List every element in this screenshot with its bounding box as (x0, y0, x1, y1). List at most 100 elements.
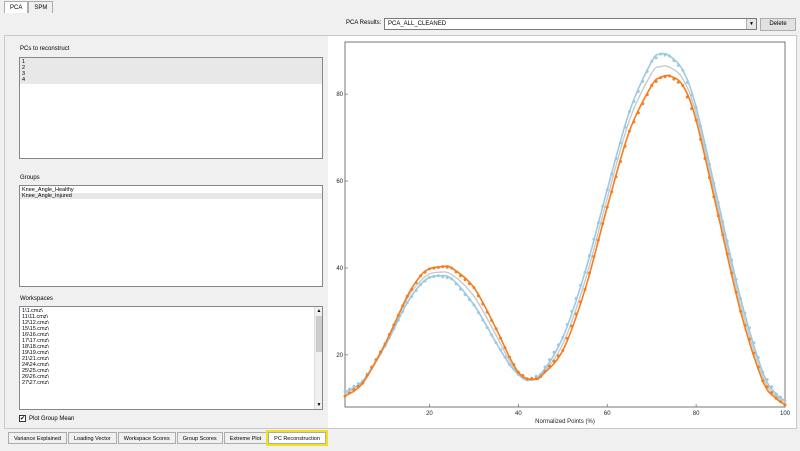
data-point-series-1 (690, 93, 694, 97)
data-point-series-2 (401, 304, 405, 308)
data-point-series-2 (507, 355, 511, 359)
data-point-series-1 (681, 68, 685, 72)
series-line-2 (344, 74, 786, 406)
data-point-series-1 (721, 220, 725, 224)
data-point-series-1 (414, 289, 418, 293)
tab-spm[interactable]: SPM (28, 1, 54, 13)
data-point-series-2 (370, 365, 374, 369)
data-point-series-2 (472, 286, 476, 290)
main-panel: PCs to reconstruct 1 2 3 4 Groups Knee_A… (4, 35, 797, 429)
data-point-series-2 (534, 377, 538, 381)
list-item[interactable]: Knee_Angle_Injured (20, 193, 322, 199)
plot-group-mean-row[interactable]: ✔ Plot Group Mean (19, 415, 74, 422)
data-point-series-2 (783, 403, 787, 407)
data-point-series-1 (774, 392, 778, 396)
data-point-series-2 (347, 391, 351, 395)
data-point-series-1 (725, 239, 729, 243)
workspaces-section-label: Workspaces (20, 296, 53, 302)
data-point-series-1 (427, 276, 431, 280)
data-point-series-2 (432, 266, 436, 270)
data-point-series-2 (627, 129, 631, 133)
data-point-series-2 (636, 111, 640, 115)
data-point-series-1 (556, 343, 560, 347)
series-line-3 (344, 65, 786, 404)
list-item[interactable]: 27\27.cmz\ (20, 380, 313, 386)
data-point-series-2 (707, 176, 711, 180)
data-point-series-2 (605, 205, 609, 209)
tab-workspace-scores[interactable]: Workspace Scores (117, 432, 176, 444)
data-point-series-2 (587, 271, 591, 275)
data-point-series-2 (574, 312, 578, 316)
data-point-series-2 (405, 294, 409, 298)
data-point-series-1 (619, 141, 623, 145)
workspaces-listbox[interactable]: 1\1.cmz\ 11\11.cmz\ 12\12.cmz\ 15\15.cmz… (19, 306, 323, 410)
data-point-series-1 (756, 355, 760, 359)
data-point-series-1 (507, 362, 511, 366)
data-point-series-2 (667, 74, 671, 78)
data-point-series-2 (716, 214, 720, 218)
tab-pca[interactable]: PCA (4, 1, 29, 13)
plot-frame (344, 41, 786, 408)
tab-extreme-plot[interactable]: Extreme Plot (223, 432, 268, 444)
data-point-series-1 (712, 182, 716, 186)
workspaces-scrollbar[interactable]: ▲ ▼ (314, 307, 322, 409)
data-point-series-2 (774, 396, 778, 400)
data-point-series-2 (712, 195, 716, 199)
data-point-series-1 (596, 221, 600, 225)
data-point-series-2 (570, 324, 574, 328)
delete-button[interactable]: Delete (760, 18, 796, 31)
data-point-series-1 (490, 333, 494, 337)
data-point-series-2 (467, 282, 471, 286)
data-point-series-1 (685, 81, 689, 85)
data-point-series-1 (765, 377, 769, 381)
chevron-down-icon[interactable]: ▼ (746, 19, 756, 29)
list-item[interactable]: 4 (20, 77, 322, 83)
data-point-series-2 (659, 76, 663, 80)
x-tick-label: 80 (693, 411, 700, 417)
data-point-series-1 (459, 287, 463, 291)
data-point-series-2 (681, 83, 685, 87)
data-point-series-2 (481, 302, 485, 306)
tab-loading-vector[interactable]: Loading Vector (67, 432, 117, 444)
data-point-series-1 (494, 341, 498, 345)
data-point-series-2 (445, 265, 449, 269)
data-point-series-1 (485, 326, 489, 330)
data-point-series-1 (579, 283, 583, 287)
data-point-series-1 (743, 311, 747, 315)
data-point-series-2 (752, 351, 756, 355)
tab-variance-explained[interactable]: Variance Explained (8, 432, 67, 444)
data-point-series-1 (659, 52, 663, 56)
scroll-down-arrow-icon[interactable]: ▼ (315, 401, 322, 409)
data-point-series-1 (467, 298, 471, 302)
data-point-series-1 (547, 358, 551, 362)
data-point-series-2 (485, 310, 489, 314)
workspaces-list: 1\1.cmz\ 11\11.cmz\ 12\12.cmz\ 15\15.cmz… (20, 307, 322, 386)
x-tick-label: 60 (604, 411, 611, 417)
data-point-series-2 (423, 270, 427, 274)
x-tick-label: 20 (426, 411, 433, 417)
data-point-series-1 (436, 274, 440, 278)
pca-results-row: PCA Results: PCA_ALL_CLEANED ▼ Delete (0, 18, 800, 31)
pcs-listbox[interactable]: 1 2 3 4 (19, 57, 323, 159)
data-point-series-1 (405, 301, 409, 305)
scroll-up-arrow-icon[interactable]: ▲ (315, 307, 322, 315)
left-panel: PCs to reconstruct 1 2 3 4 Groups Knee_A… (5, 36, 328, 428)
data-point-series-1 (583, 270, 587, 274)
data-point-series-1 (667, 54, 671, 58)
pca-results-dropdown[interactable]: PCA_ALL_CLEANED ▼ (384, 18, 757, 30)
data-point-series-2 (756, 365, 760, 369)
data-point-series-2 (730, 271, 734, 275)
tab-group-scores[interactable]: Group Scores (176, 432, 223, 444)
data-point-series-2 (583, 288, 587, 292)
tab-pc-reconstruction[interactable]: PC Reconstruction (266, 430, 329, 446)
scroll-thumb[interactable] (316, 316, 322, 352)
plot-group-mean-checkbox[interactable]: ✔ (19, 415, 26, 422)
y-tick-label: 80 (336, 92, 343, 98)
groups-listbox[interactable]: Knee_Angle_Healthy Knee_Angle_Injured (19, 185, 323, 287)
data-point-series-2 (761, 379, 765, 383)
data-point-series-2 (721, 233, 725, 237)
data-point-series-1 (454, 282, 458, 286)
data-point-series-1 (699, 124, 703, 128)
data-point-series-2 (650, 83, 654, 87)
data-point-series-2 (654, 80, 658, 84)
